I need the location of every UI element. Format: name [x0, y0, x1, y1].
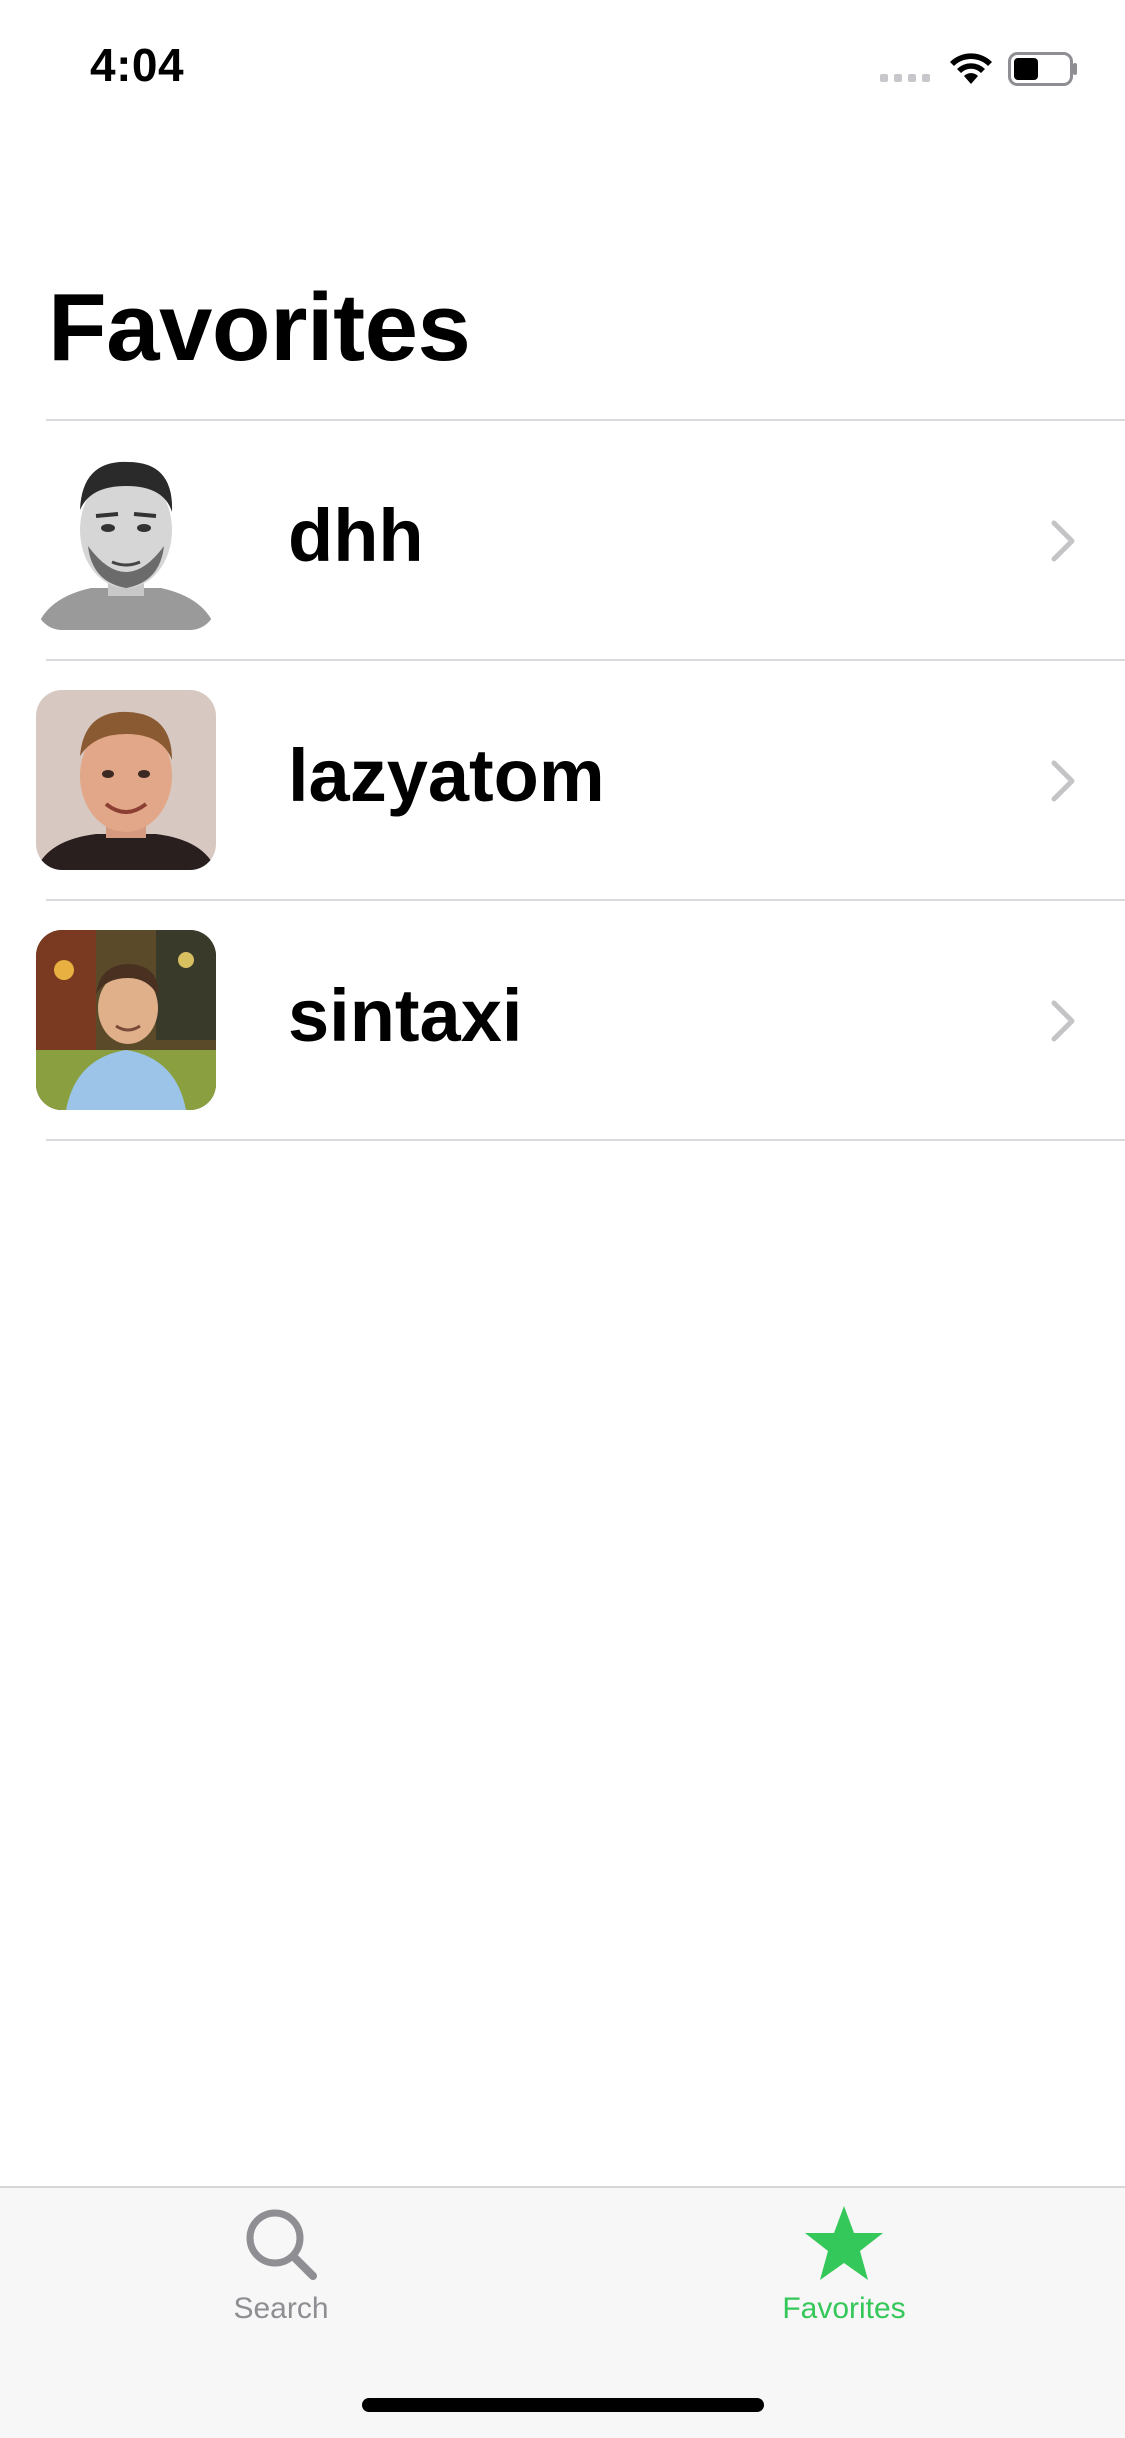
tab-bar: Search Favorites: [0, 2186, 1125, 2438]
status-time: 4:04: [90, 39, 185, 91]
battery-icon: [1008, 52, 1077, 86]
avatar: [36, 930, 216, 1110]
status-bar: 4:04: [0, 0, 1125, 140]
list-item[interactable]: sintaxi: [0, 901, 1125, 1139]
tab-search[interactable]: Search: [131, 2202, 431, 2326]
page-title: Favorites: [48, 274, 471, 381]
home-indicator: [362, 2398, 764, 2412]
avatar: [36, 690, 216, 870]
chevron-right-icon: [1051, 760, 1075, 802]
list-item[interactable]: dhh: [0, 421, 1125, 659]
list-item[interactable]: lazyatom: [0, 661, 1125, 899]
tab-favorites-label: Favorites: [782, 2292, 906, 2325]
search-icon: [246, 2209, 317, 2280]
username: dhh: [288, 494, 424, 577]
chevron-right-icon: [1051, 1000, 1075, 1042]
cellular-signal-icon: [880, 74, 930, 82]
star-icon: [805, 2206, 883, 2280]
wifi-icon: [950, 53, 992, 84]
divider: [46, 1139, 1125, 1141]
tab-favorites[interactable]: Favorites: [694, 2202, 994, 2326]
username: lazyatom: [288, 734, 605, 817]
username: sintaxi: [288, 974, 523, 1057]
favorites-list: dhh lazyatom sintaxi: [0, 419, 1125, 1141]
avatar: [36, 450, 216, 630]
chevron-right-icon: [1051, 520, 1075, 562]
tab-search-label: Search: [233, 2292, 329, 2325]
